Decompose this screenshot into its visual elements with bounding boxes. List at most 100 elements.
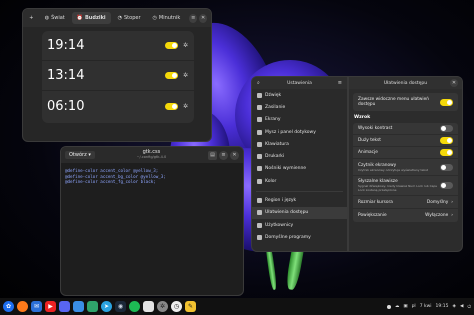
sound-keys-toggle[interactable] [440, 182, 453, 189]
accessibility-icon [257, 210, 262, 216]
keyboard-layout[interactable]: pl [412, 304, 416, 309]
sidebar-item-users[interactable]: Użytkownicy [252, 219, 347, 231]
chevron-right-icon: › [451, 199, 453, 205]
youtube-icon[interactable]: ▶ [45, 301, 56, 312]
network-icon[interactable]: ◈ [453, 304, 456, 309]
save-icon: ▤ [210, 152, 215, 158]
tab-timer[interactable]: ◷ Minutnik [148, 12, 186, 24]
always-show-menu-toggle[interactable] [440, 98, 453, 106]
screen-reader-toggle[interactable] [440, 163, 453, 171]
close-icon: ✕ [200, 15, 206, 21]
tab-world[interactable]: ◍ Świat [40, 12, 70, 24]
settings-app-icon[interactable]: ✲ [157, 301, 168, 312]
save-button[interactable]: ▤ [208, 150, 217, 160]
alarm-list: 19:14 ✲ 13:14 ✲ 06:10 ✲ [42, 31, 194, 123]
clock-app-icon[interactable]: ◷ [171, 301, 182, 312]
close-button[interactable]: ✕ [450, 79, 458, 87]
spotify-icon[interactable] [129, 301, 140, 312]
large-text-label: Duży tekst [358, 138, 381, 143]
battery-icon [257, 104, 262, 110]
sidebar-item-label: Mysz i panel dotykowy [265, 129, 316, 135]
settings-sidebar-window: ⌕ Ustawienia ≡ Dźwięk Zasilanie Ekrany M… [251, 76, 348, 252]
sidebar-item-printers[interactable]: Drukarki [252, 150, 347, 162]
close-button[interactable]: ✕ [199, 13, 207, 23]
large-text-toggle[interactable] [440, 137, 453, 144]
sidebar-item-color[interactable]: Kolor [252, 175, 347, 187]
gear-icon[interactable]: ✲ [183, 42, 188, 49]
sound-keys-row[interactable]: Słyszalne klawisze Sygnał dźwiękowy, kied… [353, 176, 458, 196]
firefox-icon[interactable] [17, 301, 28, 312]
animations-toggle[interactable] [440, 149, 453, 156]
text-editor-icon[interactable]: ✎ [185, 301, 196, 312]
cursor-size-row[interactable]: Rozmiar kursora Domyślny › [353, 196, 458, 209]
sidebar-item-displays[interactable]: Ekrany [252, 114, 347, 126]
sidebar-item-accessibility[interactable]: Ułatwienia dostępu [252, 206, 347, 219]
gear-icon[interactable]: ✲ [183, 103, 188, 110]
sidebar-item-region[interactable]: Region i język [252, 194, 347, 206]
software-icon[interactable] [87, 301, 98, 312]
mail-icon[interactable]: ✉ [31, 301, 42, 312]
alarm-row[interactable]: 19:14 ✲ [42, 31, 194, 61]
high-contrast-toggle[interactable] [440, 125, 453, 132]
keyboard-icon [257, 141, 262, 147]
menu-button[interactable]: ≡ [189, 13, 198, 23]
sidebar-item-keyboard[interactable]: Klawiatura [252, 138, 347, 150]
alarm-toggle[interactable] [164, 102, 178, 110]
clock-label[interactable]: 19:15 [436, 304, 449, 309]
telegram-icon[interactable]: ➤ [101, 301, 112, 312]
volume-icon[interactable]: ◀ [460, 304, 463, 309]
alarm-row[interactable]: 06:10 ✲ [42, 91, 194, 121]
mouse-icon [257, 129, 262, 135]
record-icon[interactable] [386, 304, 391, 309]
steam-icon[interactable]: ◉ [115, 301, 126, 312]
zoom-row[interactable]: Powiększanie Wyłączone › [353, 209, 458, 222]
add-alarm-button[interactable]: + [27, 15, 36, 21]
zoom-value: Wyłączone [425, 213, 449, 218]
speaker-icon [257, 92, 262, 98]
alarm-time: 06:10 [47, 98, 85, 114]
animations-row[interactable]: Animacje [353, 147, 458, 159]
sidebar-item-mouse[interactable]: Mysz i panel dotykowy [252, 126, 347, 138]
sidebar-item-sound[interactable]: Dźwięk [252, 89, 347, 101]
gear-icon[interactable]: ✲ [183, 72, 188, 79]
tab-alarms[interactable]: ⏰ Budziki [71, 12, 111, 24]
alarm-row[interactable]: 13:14 ✲ [42, 61, 194, 91]
file-path: ~/.config/gtk-4.0 [136, 155, 167, 159]
date-label[interactable]: 7 kwi [420, 304, 432, 309]
globe-icon: ◍ [44, 15, 50, 21]
discord-icon[interactable] [59, 301, 70, 312]
hamburger-icon[interactable]: ≡ [338, 80, 342, 86]
search-icon[interactable]: ⌕ [257, 80, 260, 86]
close-icon: ✕ [232, 152, 237, 158]
always-show-menu-label: Zawsze widoczne menu ułatwień dostępu [358, 97, 429, 107]
high-contrast-label: Wysoki kontrast [358, 126, 393, 131]
files-icon[interactable] [73, 301, 84, 312]
taskbar: ✿ ✉ ▶ ➤ ◉ ✲ ◷ ✎ ☁ ▣ pl 7 kwi 19:15 ◈ ◀ ⏻ [0, 298, 474, 315]
large-text-row[interactable]: Duży tekst [353, 135, 458, 147]
sidebar-item-power[interactable]: Zasilanie [252, 101, 347, 113]
editor-text-area[interactable]: @define-color accent_color @yellow_3; @d… [61, 163, 243, 190]
app-launcher-icon[interactable]: ✿ [3, 301, 14, 312]
cloud-icon[interactable]: ☁ [395, 304, 400, 309]
media-icon [257, 166, 262, 172]
power-icon[interactable]: ⏻ [467, 304, 471, 310]
zoom-label: Powiększanie [358, 213, 387, 218]
close-button[interactable]: ✕ [230, 150, 239, 160]
open-button[interactable]: Otwórz ▾ [65, 151, 95, 159]
alarm-toggle[interactable] [164, 42, 178, 49]
app-indicator-icon[interactable]: ▣ [403, 304, 407, 309]
always-show-menu-row[interactable]: Zawsze widoczne menu ułatwień dostępu [353, 93, 458, 111]
high-contrast-row[interactable]: Wysoki kontrast [353, 123, 458, 135]
sidebar-item-media[interactable]: Nośniki wymienne [252, 163, 347, 175]
alarm-toggle[interactable] [164, 72, 178, 79]
screen-reader-row[interactable]: Czytnik ekranowy Czytnik ekranowy odczytu… [353, 159, 458, 176]
alarm-icon: ⏰ [76, 15, 83, 21]
music-icon[interactable] [143, 301, 154, 312]
menu-button[interactable]: ≡ [219, 150, 228, 160]
sidebar-item-label: Zasilanie [265, 104, 286, 110]
a11y-title: Ułatwienia dostępu [383, 80, 428, 86]
tab-stopwatch[interactable]: ◔ Stoper [113, 12, 146, 24]
hamburger-icon: ≡ [191, 15, 196, 21]
hamburger-icon: ≡ [221, 152, 226, 158]
sidebar-item-default-apps[interactable]: Domyślne programy [252, 231, 347, 243]
